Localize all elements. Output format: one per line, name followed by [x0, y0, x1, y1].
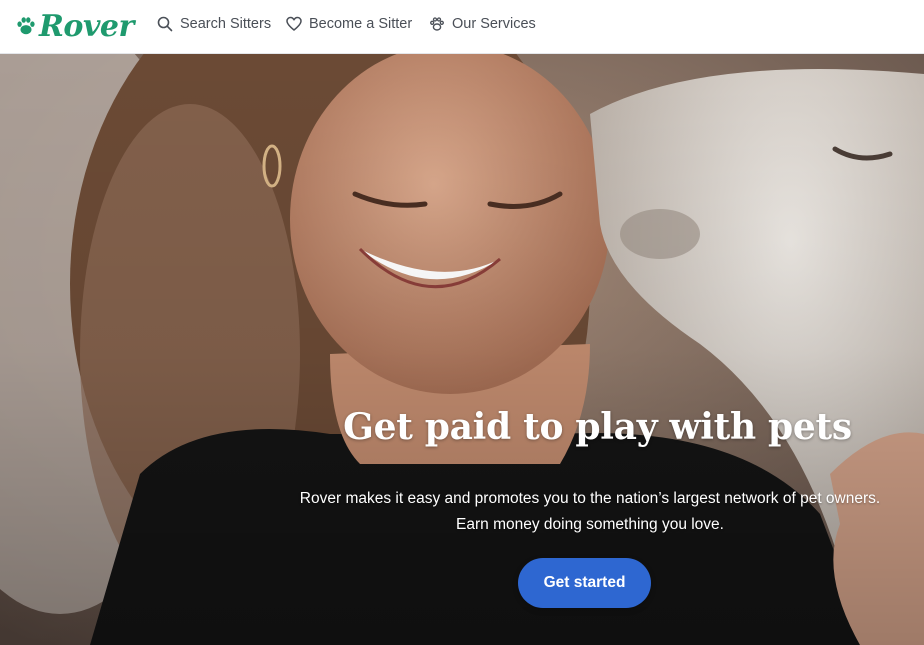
hero-title: Get paid to play with pets: [343, 406, 852, 448]
nav-become-a-sitter[interactable]: Become a Sitter: [286, 14, 412, 34]
hero-section: Get paid to play with pets Rover makes i…: [0, 54, 924, 645]
paw-icon: [17, 17, 35, 35]
nav-our-services[interactable]: Our Services: [429, 14, 536, 34]
rover-logo[interactable]: Rover: [15, 7, 134, 45]
get-started-button[interactable]: Get started: [518, 558, 651, 608]
nav-search-sitters-label: Search Sitters: [180, 16, 272, 32]
paw-icon: [430, 17, 444, 31]
hero-subtitle: Rover makes it easy and promotes you to …: [270, 486, 910, 538]
nav-become-a-sitter-label: Become a Sitter: [309, 16, 413, 32]
search-icon: [157, 16, 173, 32]
nav-our-services-label: Our Services: [452, 16, 536, 32]
hero-subtitle-line-1: Rover makes it easy and promotes you to …: [299, 490, 881, 507]
top-navbar: Rover Search Sitters Become a Sitter Our…: [0, 0, 924, 54]
hero-subtitle-line-2: Earn money doing something you love.: [456, 516, 724, 533]
logo-text: Rover: [39, 8, 134, 44]
nav-search-sitters[interactable]: Search Sitters: [157, 14, 271, 34]
heart-icon: [286, 16, 302, 31]
hero-overlay: [0, 54, 924, 645]
